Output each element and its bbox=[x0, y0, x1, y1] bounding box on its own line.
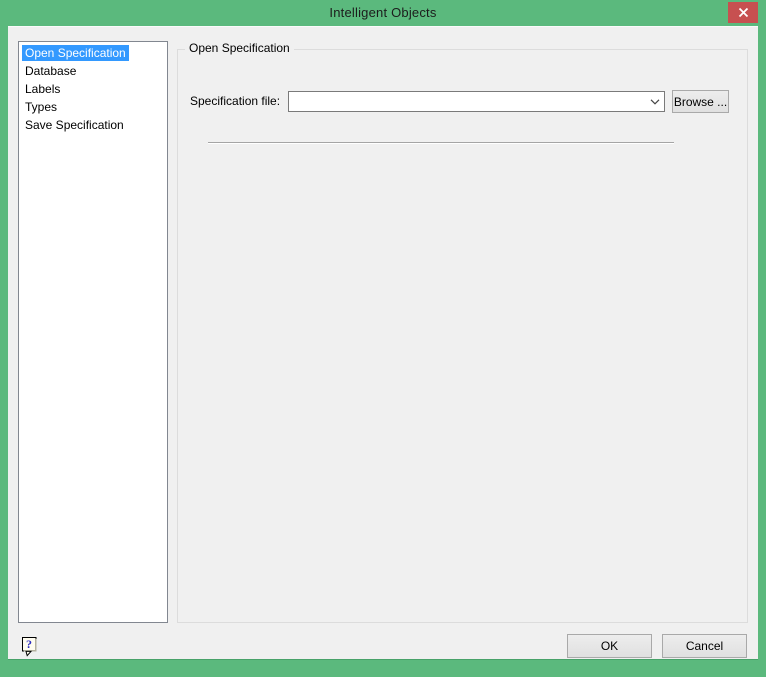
open-specification-group: Open Specification Specification file: B… bbox=[177, 41, 748, 623]
cancel-button[interactable]: Cancel bbox=[662, 634, 747, 658]
list-item-types[interactable]: Types bbox=[19, 98, 167, 116]
ok-button[interactable]: OK bbox=[567, 634, 652, 658]
window-title: Intelligent Objects bbox=[329, 5, 437, 20]
list-item-open-specification[interactable]: Open Specification bbox=[19, 44, 167, 62]
list-item-database[interactable]: Database bbox=[19, 62, 167, 80]
chevron-down-icon[interactable] bbox=[645, 92, 664, 111]
title-bar[interactable]: Intelligent Objects bbox=[0, 0, 766, 26]
specification-file-label: Specification file: bbox=[190, 94, 281, 108]
list-item-save-specification[interactable]: Save Specification bbox=[19, 116, 167, 134]
close-button[interactable] bbox=[728, 2, 758, 23]
svg-text:?: ? bbox=[26, 637, 32, 651]
help-button[interactable]: ? bbox=[19, 636, 39, 658]
list-item-label: Save Specification bbox=[25, 118, 124, 132]
help-icon: ? bbox=[21, 637, 36, 657]
specification-file-input[interactable] bbox=[289, 92, 645, 111]
close-icon bbox=[738, 7, 748, 18]
list-item-label: Labels bbox=[25, 82, 61, 96]
dialog-window: Intelligent Objects Open Specification D… bbox=[0, 0, 766, 677]
dialog-body: Open Specification Database Labels Types… bbox=[8, 26, 758, 660]
list-item-label: Database bbox=[25, 64, 77, 78]
browse-button[interactable]: Browse ... bbox=[672, 90, 729, 113]
separator-line bbox=[208, 142, 674, 144]
group-title: Open Specification bbox=[185, 41, 294, 55]
category-list[interactable]: Open Specification Database Labels Types… bbox=[18, 41, 168, 623]
list-item-labels[interactable]: Labels bbox=[19, 80, 167, 98]
list-item-label: Types bbox=[25, 100, 58, 114]
specification-file-combobox[interactable] bbox=[288, 91, 665, 112]
list-item-label: Open Specification bbox=[22, 45, 129, 61]
